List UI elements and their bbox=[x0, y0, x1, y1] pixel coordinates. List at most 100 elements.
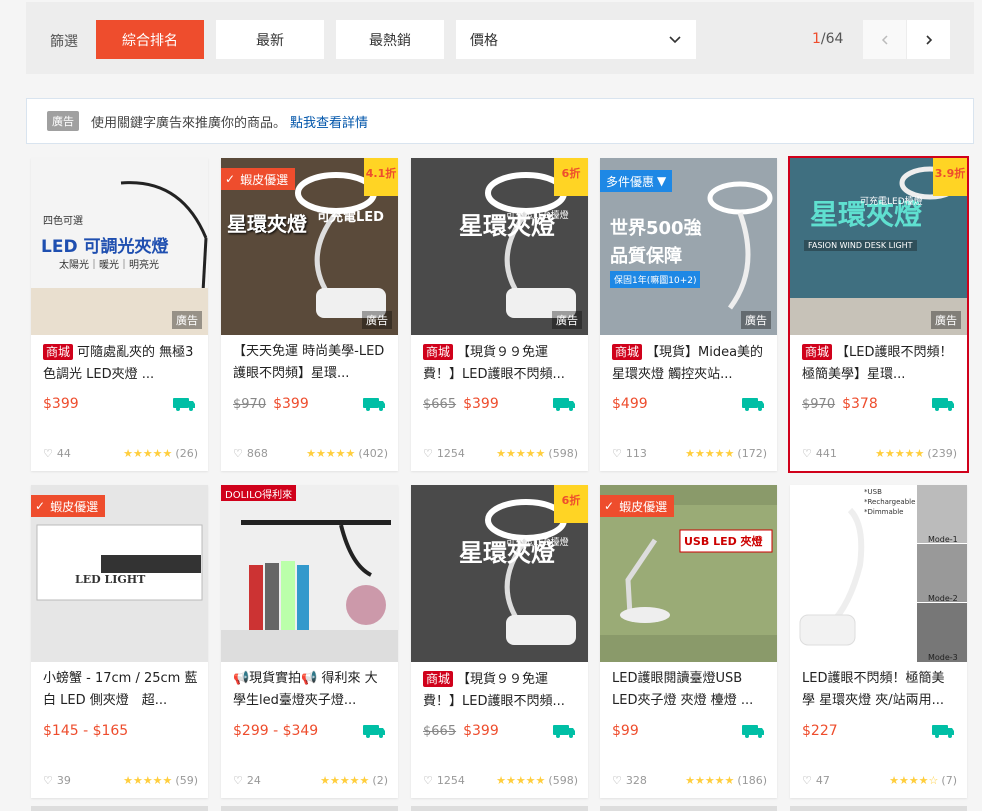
filter-bar: 篩選 綜合排名 最新 最熱銷 價格 1/64 bbox=[26, 2, 974, 74]
heart-icon[interactable]: ♡ bbox=[802, 774, 812, 787]
discount-badge: 3.9折 bbox=[933, 158, 967, 196]
product-thumbnail[interactable]: USB LED 夾燈 ✓ 蝦皮優選 bbox=[600, 485, 777, 662]
likes[interactable]: ♡ 1254 bbox=[423, 774, 465, 787]
heart-icon[interactable]: ♡ bbox=[423, 774, 433, 787]
star-rating: ★★★★★ bbox=[496, 446, 546, 460]
product-card[interactable]: 星環夾燈 可充電LED檯燈 FASION WIND DESK LIGHT 3.9折 廣告… bbox=[788, 156, 969, 473]
price-row: $99 bbox=[612, 723, 639, 739]
thumb-mode-label: Mode-1 bbox=[928, 535, 958, 544]
heart-icon[interactable]: ♡ bbox=[423, 447, 433, 460]
likes[interactable]: ♡ 44 bbox=[43, 447, 71, 460]
card-metrics: ♡ 44 ★★★★★ (26) bbox=[43, 446, 198, 460]
product-thumbnail[interactable]: 四色可選 LED 可調光夾燈 太陽光｜暖光｜明亮光 廣告 bbox=[31, 158, 208, 335]
preferred-label: 蝦皮優選 bbox=[619, 499, 668, 514]
mall-badge: 商城 bbox=[802, 344, 833, 360]
thumb-subtitle: 可充電LED檯燈 bbox=[506, 211, 569, 221]
thumb-mode-label: Mode-2 bbox=[928, 594, 958, 603]
product-thumbnail[interactable]: 星環夾燈 可充電LED檯燈 FASION WIND DESK LIGHT 3.9折 廣告 bbox=[790, 158, 967, 335]
sort-relevance-button[interactable]: 綜合排名 bbox=[96, 20, 204, 59]
product-title[interactable]: LED護眼閱讀臺燈USB LED夾子燈 夾燈 檯燈 ... bbox=[612, 668, 767, 712]
like-count: 1254 bbox=[436, 773, 465, 787]
sort-latest-button[interactable]: 最新 bbox=[216, 20, 324, 59]
likes[interactable]: ♡ 24 bbox=[233, 774, 261, 787]
product-title-text: 小螃蟹 - 17cm / 25cm 藍白 LED 側夾燈 超... bbox=[43, 671, 198, 708]
product-thumbnail[interactable]: 星環夾燈 可充電LED檯燈 6折 bbox=[411, 485, 588, 662]
price-row: $399 bbox=[43, 396, 79, 412]
heart-icon[interactable]: ♡ bbox=[233, 774, 243, 787]
product-card[interactable]: DOLILO得利來 📢現貨實拍📢 得利來 大學生led臺燈夾子燈... $299 -… bbox=[221, 485, 398, 798]
star-rating: ★★★★★ bbox=[123, 773, 173, 787]
heart-icon[interactable]: ♡ bbox=[612, 774, 622, 787]
product-card[interactable]: LED LIGHT ✓ 蝦皮優選小螃蟹 - 17cm / 25cm 藍白 LED 側… bbox=[31, 485, 208, 798]
product-thumbnail[interactable]: 星環夾燈 可充電LED檯燈 6折 廣告 bbox=[411, 158, 588, 335]
product-title[interactable]: 【天天免運 時尚美學-LED護眼不閃頻】星環... bbox=[233, 341, 388, 385]
rating-count: (59) bbox=[175, 773, 198, 787]
product-title[interactable]: LED護眼不閃頻！極簡美學 星環夾燈 夾/站兩用... bbox=[802, 668, 957, 712]
chevron-down-icon bbox=[669, 36, 681, 44]
current-price: $99 bbox=[612, 723, 639, 739]
price-row: $145 - $165 bbox=[43, 723, 128, 739]
rating-count: (598) bbox=[548, 446, 578, 460]
free-shipping-icon bbox=[742, 398, 764, 411]
current-price: $399 bbox=[463, 396, 499, 412]
price-sort-select[interactable]: 價格 bbox=[456, 20, 696, 59]
card-metrics: ♡ 441 ★★★★★ (239) bbox=[802, 446, 957, 460]
product-thumbnail[interactable]: LED LIGHT ✓ 蝦皮優選 bbox=[31, 485, 208, 662]
ad-details-link[interactable]: 點我查看詳情 bbox=[290, 112, 368, 131]
star-rating: ★★★★★ bbox=[685, 446, 735, 460]
product-card[interactable]: 世界500強 品質保障 保固1年(嘛圖10+2) 廣告 多件優惠 ▼ 商城 【現貨】Midea… bbox=[600, 158, 777, 471]
mall-badge: 商城 bbox=[612, 344, 643, 360]
card-metrics: ♡ 39 ★★★★★ (59) bbox=[43, 773, 198, 787]
product-card[interactable]: USB LED 夾燈 ✓ 蝦皮優選 LED護眼閱讀臺燈USB LED夾子燈 夾燈 檯燈… bbox=[600, 485, 777, 798]
free-shipping-icon bbox=[553, 398, 575, 411]
ad-label: 廣告 bbox=[931, 311, 961, 329]
sort-top-sales-button[interactable]: 最熱銷 bbox=[336, 20, 444, 59]
next-page-button[interactable] bbox=[907, 20, 950, 59]
heart-icon[interactable]: ♡ bbox=[233, 447, 243, 460]
product-title[interactable]: 商城 【現貨９９免運費！】LED護眼不閃頻... bbox=[423, 341, 578, 385]
likes[interactable]: ♡ 328 bbox=[612, 774, 647, 787]
rating-count: (239) bbox=[927, 446, 957, 460]
product-card[interactable]: *USB *Rechargeable *Dimmable Mode-1 Mode-2… bbox=[790, 485, 967, 798]
likes[interactable]: ♡ 47 bbox=[802, 774, 830, 787]
product-title[interactable]: 📢現貨實拍📢 得利來 大學生led臺燈夾子燈... bbox=[233, 668, 388, 712]
checkmark-icon: ✓ bbox=[35, 499, 46, 513]
product-card[interactable]: 四色可選 LED 可調光夾燈 太陽光｜暖光｜明亮光 廣告商城 可隨處亂夾的 無極3色調光… bbox=[31, 158, 208, 471]
heart-icon[interactable]: ♡ bbox=[43, 447, 53, 460]
product-title[interactable]: 商城 【現貨９９免運費！】LED護眼不閃頻... bbox=[423, 668, 578, 712]
page-current: 1 bbox=[812, 31, 821, 47]
likes[interactable]: ♡ 441 bbox=[802, 447, 837, 460]
product-title[interactable]: 商城 【LED護眼不閃頻！極簡美學】星環... bbox=[802, 341, 957, 385]
star-rating: ★★★★★ bbox=[685, 773, 735, 787]
current-price: $299 - $349 bbox=[233, 723, 319, 739]
star-rating: ★★★★★ bbox=[875, 446, 925, 460]
product-thumbnail[interactable]: *USB *Rechargeable *Dimmable Mode-1 Mode-2… bbox=[790, 485, 967, 662]
star-rating: ★★★★★ bbox=[320, 773, 370, 787]
likes[interactable]: ♡ 113 bbox=[612, 447, 647, 460]
likes[interactable]: ♡ 39 bbox=[43, 774, 71, 787]
heart-icon[interactable]: ♡ bbox=[43, 774, 53, 787]
product-thumbnail[interactable]: 世界500強 品質保障 保固1年(嘛圖10+2) 廣告 多件優惠 ▼ bbox=[600, 158, 777, 335]
ad-label: 廣告 bbox=[741, 311, 771, 329]
heart-icon[interactable]: ♡ bbox=[802, 447, 812, 460]
product-card[interactable]: 星環夾燈 可充電LED檯燈 6折 商城 【現貨９９免運費！】LED護眼不閃頻... $66… bbox=[411, 485, 588, 798]
product-card[interactable]: 星環夾燈 可充電LED檯燈 6折 廣告 商城 【現貨９９免運費！】LED護眼不閃頻... $… bbox=[411, 158, 588, 471]
product-card[interactable]: 星環夾燈 可充電LED 4.1折 廣告 ✓ 蝦皮優選【天天免運 時尚美學-LED護眼不閃頻… bbox=[221, 158, 398, 471]
prev-page-button[interactable] bbox=[863, 20, 906, 59]
discount-badge: 6折 bbox=[554, 158, 588, 196]
product-title-text: 【天天免運 時尚美學-LED護眼不閃頻】星環... bbox=[233, 344, 385, 381]
product-thumbnail[interactable]: 星環夾燈 可充電LED 4.1折 廣告 ✓ 蝦皮優選 bbox=[221, 158, 398, 335]
product-title[interactable]: 商城 可隨處亂夾的 無極3色調光 LED夾燈 ... bbox=[43, 341, 198, 385]
rating-count: (2) bbox=[372, 773, 388, 787]
product-title[interactable]: 商城 【現貨】Midea美的星環夾燈 觸控夾站... bbox=[612, 341, 767, 385]
heart-icon[interactable]: ♡ bbox=[612, 447, 622, 460]
product-title-text: LED護眼不閃頻！極簡美學 星環夾燈 夾/站兩用... bbox=[802, 671, 945, 708]
thumb-small-text: 保固1年(嘛圖10+2) bbox=[610, 271, 701, 288]
product-thumbnail[interactable]: DOLILO得利來 bbox=[221, 485, 398, 662]
next-row-card bbox=[31, 806, 208, 811]
product-title[interactable]: 小螃蟹 - 17cm / 25cm 藍白 LED 側夾燈 超... bbox=[43, 668, 198, 712]
likes[interactable]: ♡ 868 bbox=[233, 447, 268, 460]
current-price: $399 bbox=[273, 396, 309, 412]
likes[interactable]: ♡ 1254 bbox=[423, 447, 465, 460]
thumb-small-text: *USB *Rechargeable *Dimmable bbox=[864, 488, 916, 516]
